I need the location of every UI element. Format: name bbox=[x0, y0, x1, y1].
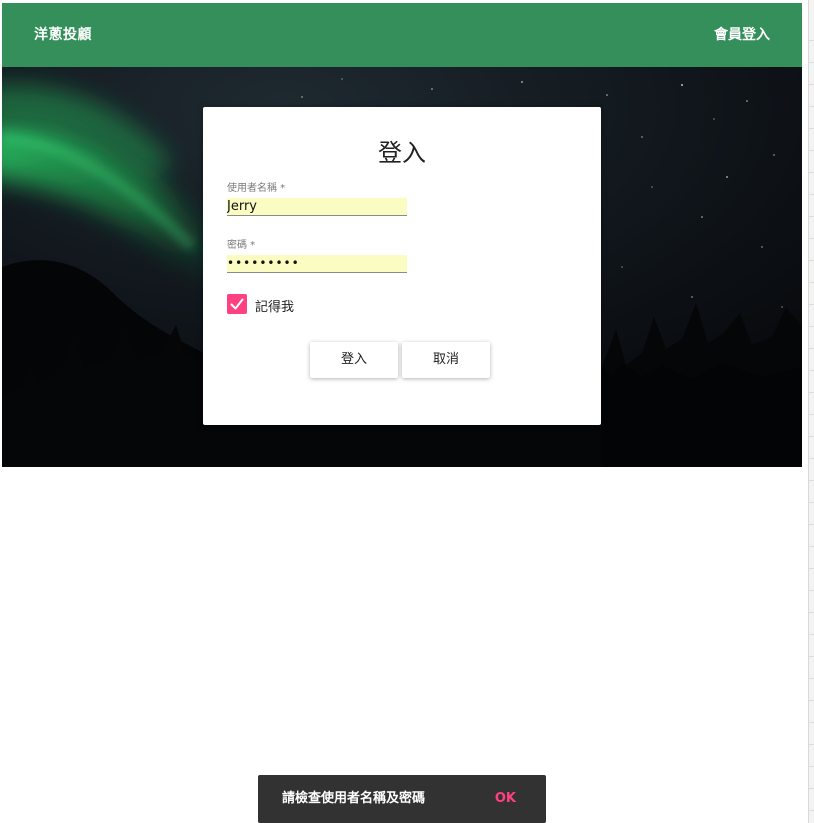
password-field[interactable]: ••••••••• bbox=[227, 255, 407, 273]
login-button[interactable]: 登入 bbox=[310, 342, 398, 378]
dialog-title: 登入 bbox=[378, 139, 426, 167]
member-login-link[interactable]: 會員登入 bbox=[714, 3, 770, 67]
username-label: 使用者名稱 * bbox=[227, 183, 286, 194]
error-snackbar: 請檢查使用者名稱及密碼 OK bbox=[258, 775, 546, 823]
scrollbar[interactable] bbox=[808, 0, 814, 823]
snackbar-message: 請檢查使用者名稱及密碼 bbox=[282, 791, 426, 806]
cancel-button[interactable]: 取消 bbox=[402, 342, 490, 378]
remember-me-checkbox[interactable] bbox=[227, 294, 247, 314]
remember-me-label[interactable]: 記得我 bbox=[255, 296, 294, 315]
app-bar: 洋蔥投顧 會員登入 bbox=[2, 3, 802, 67]
check-icon bbox=[230, 298, 244, 310]
page: 洋蔥投顧 會員登入 登入 使用者名稱 * Jerry 密碼 * ••••••••… bbox=[0, 0, 814, 823]
brand-title[interactable]: 洋蔥投顧 bbox=[34, 3, 92, 67]
login-dialog: 登入 使用者名稱 * 密碼 * ••••••••• 記得我 登入 取消 bbox=[203, 107, 601, 425]
username-field[interactable] bbox=[227, 198, 407, 216]
password-label: 密碼 * bbox=[227, 240, 256, 251]
snackbar-ok-button[interactable]: OK bbox=[495, 775, 516, 823]
